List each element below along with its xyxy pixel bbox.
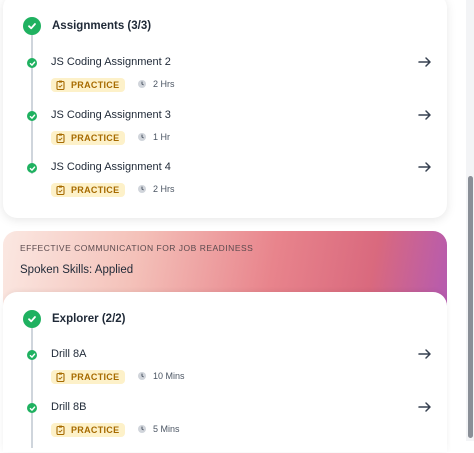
list-item[interactable]: Drill 8B PRACTICE 5 Mins	[23, 401, 443, 453]
arrow-right-icon[interactable]	[417, 399, 433, 415]
explorer-header[interactable]: Explorer (2/2)	[23, 310, 126, 328]
check-dot-icon	[27, 163, 37, 173]
clock-icon	[138, 80, 146, 88]
item-title: Drill 8B	[51, 401, 87, 413]
list-item[interactable]: JS Coding Assignment 3 PRACTICE 1 Hr	[23, 109, 443, 161]
practice-badge: PRACTICE	[51, 370, 126, 384]
arrow-right-icon[interactable]	[417, 346, 433, 362]
course-title: Spoken Skills: Applied	[20, 264, 134, 276]
clipboard-icon	[56, 372, 65, 382]
scrollbar-thumb[interactable]	[468, 176, 473, 438]
practice-badge: PRACTICE	[51, 131, 126, 145]
item-title: JS Coding Assignment 4	[51, 161, 171, 173]
scrollbar-track[interactable]	[466, 0, 474, 441]
list-item[interactable]: JS Coding Assignment 2 PRACTICE 2 Hrs	[23, 56, 443, 108]
course-category: EFFECTIVE COMMUNICATION FOR JOB READINES…	[20, 243, 254, 253]
section-title: Explorer (2/2)	[52, 313, 126, 325]
clock-icon	[138, 133, 146, 141]
practice-badge: PRACTICE	[51, 423, 126, 437]
item-title: JS Coding Assignment 3	[51, 109, 171, 121]
list-item[interactable]: Drill 8A PRACTICE 10 Mins	[23, 348, 443, 400]
assignments-card: Assignments (3/3) JS Coding Assignment 2…	[3, 0, 447, 218]
section-title: Assignments (3/3)	[52, 20, 152, 32]
clock-icon	[138, 425, 146, 433]
practice-badge: PRACTICE	[51, 78, 126, 92]
item-title: JS Coding Assignment 2	[51, 56, 171, 68]
clock-icon	[138, 372, 146, 380]
arrow-right-icon[interactable]	[417, 54, 433, 70]
explorer-card: Explorer (2/2) Drill 8A PRACTICE 10 Mins…	[3, 292, 447, 452]
arrow-right-icon[interactable]	[417, 159, 433, 175]
duration: 2 Hrs	[137, 79, 175, 89]
assignments-header[interactable]: Assignments (3/3)	[23, 17, 151, 35]
check-dot-icon	[27, 350, 37, 360]
check-circle-icon	[23, 310, 41, 328]
duration: 5 Mins	[137, 424, 180, 434]
clipboard-icon	[56, 425, 65, 435]
duration: 1 Hr	[137, 132, 170, 142]
clipboard-icon	[56, 80, 65, 90]
practice-badge: PRACTICE	[51, 183, 126, 197]
clock-icon	[138, 185, 146, 193]
item-title: Drill 8A	[51, 348, 87, 360]
duration: 2 Hrs	[137, 184, 175, 194]
clipboard-icon	[56, 133, 65, 143]
clipboard-icon	[56, 185, 65, 195]
check-dot-icon	[27, 111, 37, 121]
list-item[interactable]: JS Coding Assignment 4 PRACTICE 2 Hrs	[23, 161, 443, 213]
check-dot-icon	[27, 403, 37, 413]
check-dot-icon	[27, 58, 37, 68]
duration: 10 Mins	[137, 371, 185, 381]
check-circle-icon	[23, 17, 41, 35]
arrow-right-icon[interactable]	[417, 107, 433, 123]
